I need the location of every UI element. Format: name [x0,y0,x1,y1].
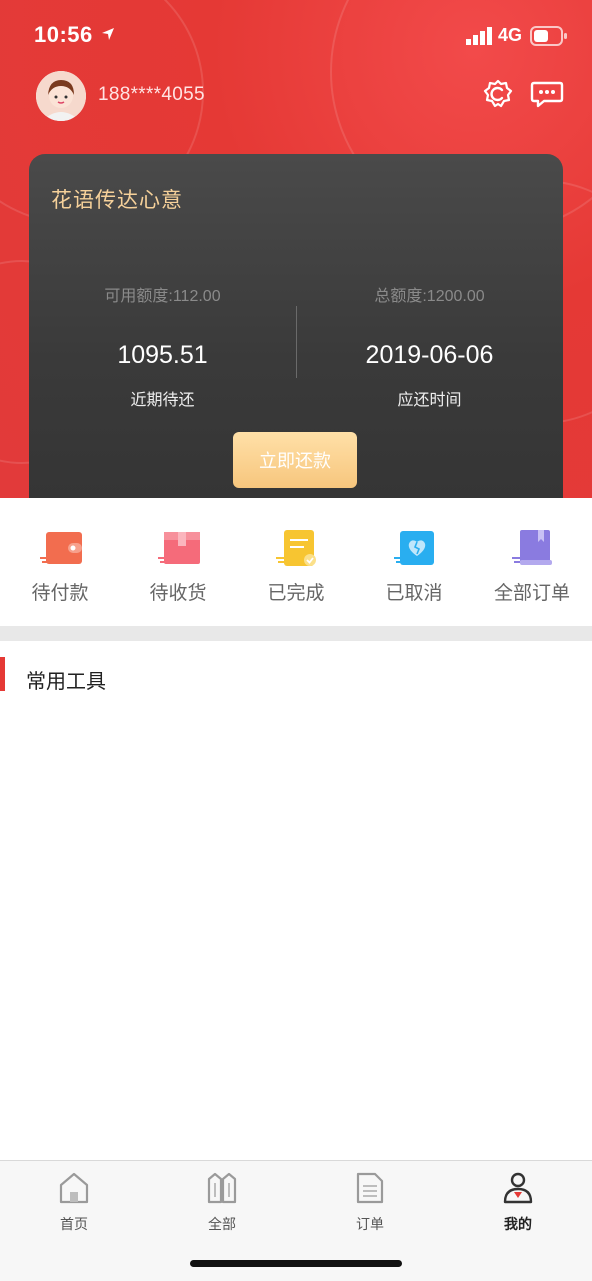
user-phone: 188****4055 [98,84,205,105]
total-credit: 总额度:1200.00 [374,288,485,305]
tab-label: 首页 [60,1216,88,1232]
order-label: 待收货 [149,583,207,604]
package-icon [158,528,200,568]
broken-heart-icon [394,528,434,568]
order-all[interactable]: 全部订单 [473,528,591,605]
book-icon [512,528,552,568]
tab-mine[interactable]: 我的 [444,1171,592,1234]
order-shortcuts: 待付款 待收货 已完成 已取消 全部订单 [0,498,592,626]
tab-label: 全部 [208,1216,236,1232]
tab-orders[interactable]: 订单 [296,1171,444,1234]
credit-card: 花语传达心意 可用额度:112.00 1095.51 近期待还 总额度:1200… [29,154,563,498]
order-label: 已完成 [267,583,325,604]
available-credit: 可用额度:112.00 [104,288,221,305]
tab-label: 订单 [356,1216,384,1232]
repay-now-button[interactable]: 立即还款 [233,432,357,488]
order-cancelled[interactable]: 已取消 [355,528,473,605]
order-pending-receipt[interactable]: 待收货 [119,528,237,605]
order-label: 已取消 [385,583,443,604]
grid-icon [207,1172,237,1204]
card-title: 花语传达心意 [51,189,183,212]
avatar-illustration [36,71,86,121]
amount-due: 1095.51 [117,341,208,369]
location-arrow-icon [102,28,114,40]
order-completed[interactable]: 已完成 [237,528,355,605]
settings-icon[interactable] [482,78,514,110]
due-date: 2019-06-06 [365,341,494,369]
section-divider [0,626,592,641]
wallet-icon [40,528,82,568]
order-label: 全部订单 [493,583,570,604]
battery-icon [530,26,567,46]
document-check-icon [276,528,316,568]
tools-title: 常用工具 [26,671,106,693]
tools-section: 常用工具 [0,641,592,1160]
network-type: 4G [498,25,523,45]
tab-all[interactable]: 全部 [148,1171,296,1234]
tab-label: 我的 [504,1216,532,1232]
message-icon[interactable] [530,78,564,110]
signal-icon [466,27,492,45]
status-bar: 10:56 4G [0,22,592,52]
document-icon [356,1172,384,1204]
due-date-label: 应还时间 [397,392,462,409]
user-icon [503,1172,533,1204]
home-icon [59,1172,89,1204]
order-label: 待付款 [31,583,89,604]
order-pending-payment[interactable]: 待付款 [1,528,119,605]
section-accent-bar [0,657,5,691]
profile-header: 10:56 4G 188****4055 花语传达心意 可用额度:112.00 … [0,0,592,498]
avatar[interactable] [36,71,86,121]
home-indicator [190,1260,402,1267]
status-time: 10:56 [34,22,93,47]
amount-due-label: 近期待还 [130,392,195,409]
tab-home[interactable]: 首页 [0,1171,148,1234]
